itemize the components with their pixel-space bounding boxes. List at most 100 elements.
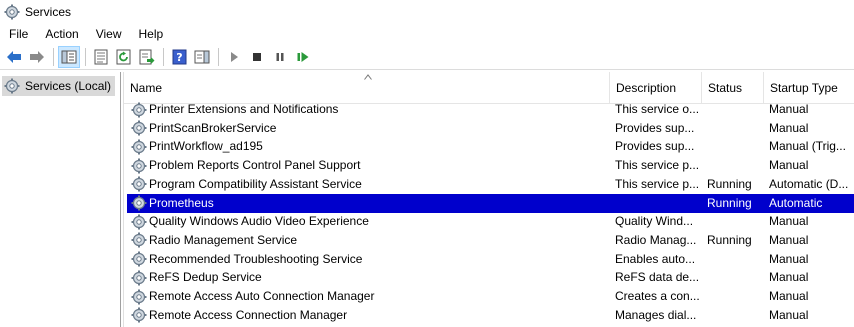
- service-name-cell: Quality Windows Audio Video Experience: [131, 212, 611, 231]
- service-startup-type: Manual: [769, 158, 809, 173]
- service-status: [707, 119, 763, 138]
- service-name: Printer Extensions and Notifications: [149, 102, 339, 116]
- service-gear-icon: [131, 176, 147, 192]
- service-name-cell: PrintScanBrokerService: [131, 119, 611, 138]
- service-description: ReFS data de...: [615, 270, 700, 285]
- toolbar-separator: [85, 47, 86, 66]
- service-name: Prometheus: [149, 195, 214, 210]
- service-name: PrintWorkflow_ad195: [149, 139, 263, 154]
- restart-service-button[interactable]: [292, 46, 314, 68]
- back-button[interactable]: [3, 46, 25, 68]
- service-startup-type: Manual: [769, 214, 809, 229]
- menu-view[interactable]: View: [87, 24, 130, 44]
- menu-bar: File Action View Help: [0, 24, 854, 44]
- console-tree-icon: [61, 50, 77, 63]
- back-arrow-icon: [7, 50, 21, 63]
- tree-item-services-local[interactable]: Services (Local): [2, 76, 116, 96]
- service-name: Radio Management Service: [149, 232, 298, 247]
- service-row[interactable]: Problem Reports Control Panel Support Thi…: [124, 156, 854, 175]
- service-status: [707, 306, 763, 325]
- service-description: Enables auto...: [615, 251, 696, 266]
- service-gear-icon: [131, 102, 147, 117]
- toolbar-separator: [163, 47, 164, 66]
- service-row[interactable]: Recommended Troubleshooting Service Enabl…: [124, 250, 854, 269]
- service-startup-type: Manual: [769, 289, 809, 303]
- service-gear-icon: [131, 232, 147, 248]
- pause-service-button[interactable]: [269, 46, 291, 68]
- service-startup-type: Manual: [769, 270, 809, 285]
- forward-arrow-icon: [30, 50, 44, 63]
- service-row[interactable]: Radio Management Service Radio Manag... Ru…: [124, 231, 854, 250]
- service-row[interactable]: Printer Extensions and Notifications This…: [124, 100, 854, 119]
- menu-file[interactable]: File: [0, 24, 36, 44]
- service-row[interactable]: PrintWorkflow_ad195 Provides sup... Manual…: [124, 137, 854, 156]
- stop-service-button[interactable]: [246, 46, 268, 68]
- properties-button[interactable]: [90, 46, 112, 68]
- service-status: [707, 287, 763, 306]
- service-name: Remote Access Auto Connection Manager: [149, 289, 375, 303]
- service-name-cell: Program Compatibility Assistant Service: [131, 175, 611, 194]
- service-name-cell: Remote Access Auto Connection Manager: [131, 287, 611, 306]
- service-row[interactable]: Remote Access Auto Connection Manager Cre…: [124, 287, 854, 306]
- service-row[interactable]: Program Compatibility Assistant Service T…: [124, 175, 854, 194]
- refresh-button[interactable]: [113, 46, 135, 68]
- service-startup-type: Manual: [769, 307, 809, 322]
- refresh-icon: [116, 49, 131, 64]
- menu-help[interactable]: Help: [130, 24, 172, 44]
- service-name: Quality Windows Audio Video Experience: [149, 214, 369, 229]
- service-status: Running: [707, 176, 752, 191]
- show-hide-console-tree-button[interactable]: [58, 45, 80, 68]
- export-list-button[interactable]: [136, 46, 158, 68]
- service-row[interactable]: PrintScanBrokerService Provides sup... Man…: [124, 119, 854, 138]
- restart-icon: [297, 51, 309, 62]
- help-icon: ?: [172, 49, 186, 64]
- services-gear-icon: [4, 78, 20, 94]
- service-name-cell: Remote Access Connection Manager: [131, 306, 611, 325]
- service-gear-icon: [131, 214, 147, 230]
- service-startup-type: Automatic (D...: [769, 176, 849, 191]
- console-tree: Services (Local): [0, 72, 121, 327]
- service-gear-icon: [131, 307, 147, 323]
- service-description: Quality Wind...: [615, 214, 694, 229]
- service-name-cell: Problem Reports Control Panel Support: [131, 156, 611, 175]
- service-startup-type: Manual: [769, 251, 809, 266]
- service-description: Creates a con...: [615, 289, 700, 303]
- action-pane-icon: [194, 50, 210, 63]
- menu-action[interactable]: Action: [36, 24, 86, 44]
- service-row[interactable]: Prometheus Running Automatic: [127, 193, 854, 213]
- service-description: This service p...: [615, 176, 700, 191]
- service-description: Radio Manag...: [615, 232, 697, 247]
- tree-item-label: Services (Local): [25, 79, 112, 93]
- forward-button[interactable]: [26, 46, 48, 68]
- service-gear-icon: [131, 120, 147, 136]
- service-name-cell: Recommended Troubleshooting Service: [131, 250, 611, 269]
- title-bar: Services: [0, 0, 854, 24]
- stop-icon: [253, 52, 261, 61]
- action-pane-button[interactable]: [191, 46, 213, 68]
- service-status: [707, 268, 763, 287]
- service-row[interactable]: ReFS Dedup Service ReFS data de... Manual: [124, 268, 854, 287]
- service-startup-type: Manual: [769, 120, 809, 135]
- service-description: This service o...: [615, 102, 700, 116]
- service-row[interactable]: Remote Access Connection Manager Manages …: [124, 306, 854, 325]
- start-service-button[interactable]: [223, 46, 245, 68]
- service-name-cell: ReFS Dedup Service: [131, 268, 611, 287]
- service-status: [707, 100, 763, 119]
- service-name: Remote Access Connection Manager: [149, 307, 348, 322]
- service-status: Running: [707, 232, 752, 247]
- service-status: Running: [707, 195, 752, 210]
- service-name: Program Compatibility Assistant Service: [149, 176, 362, 191]
- toolbar: ?: [0, 44, 854, 70]
- service-description: This service p...: [615, 158, 700, 173]
- svg-text:?: ?: [176, 51, 182, 64]
- service-gear-icon: [131, 251, 147, 267]
- service-status: [707, 212, 763, 231]
- service-row[interactable]: Quality Windows Audio Video Experience Qu…: [124, 212, 854, 231]
- help-button[interactable]: ?: [168, 46, 190, 68]
- service-gear-icon: [131, 270, 147, 286]
- service-name: Recommended Troubleshooting Service: [149, 251, 363, 266]
- service-name-cell: Radio Management Service: [131, 231, 611, 250]
- service-status: [707, 156, 763, 175]
- service-description: Provides sup...: [615, 120, 695, 135]
- pause-icon: [276, 52, 284, 61]
